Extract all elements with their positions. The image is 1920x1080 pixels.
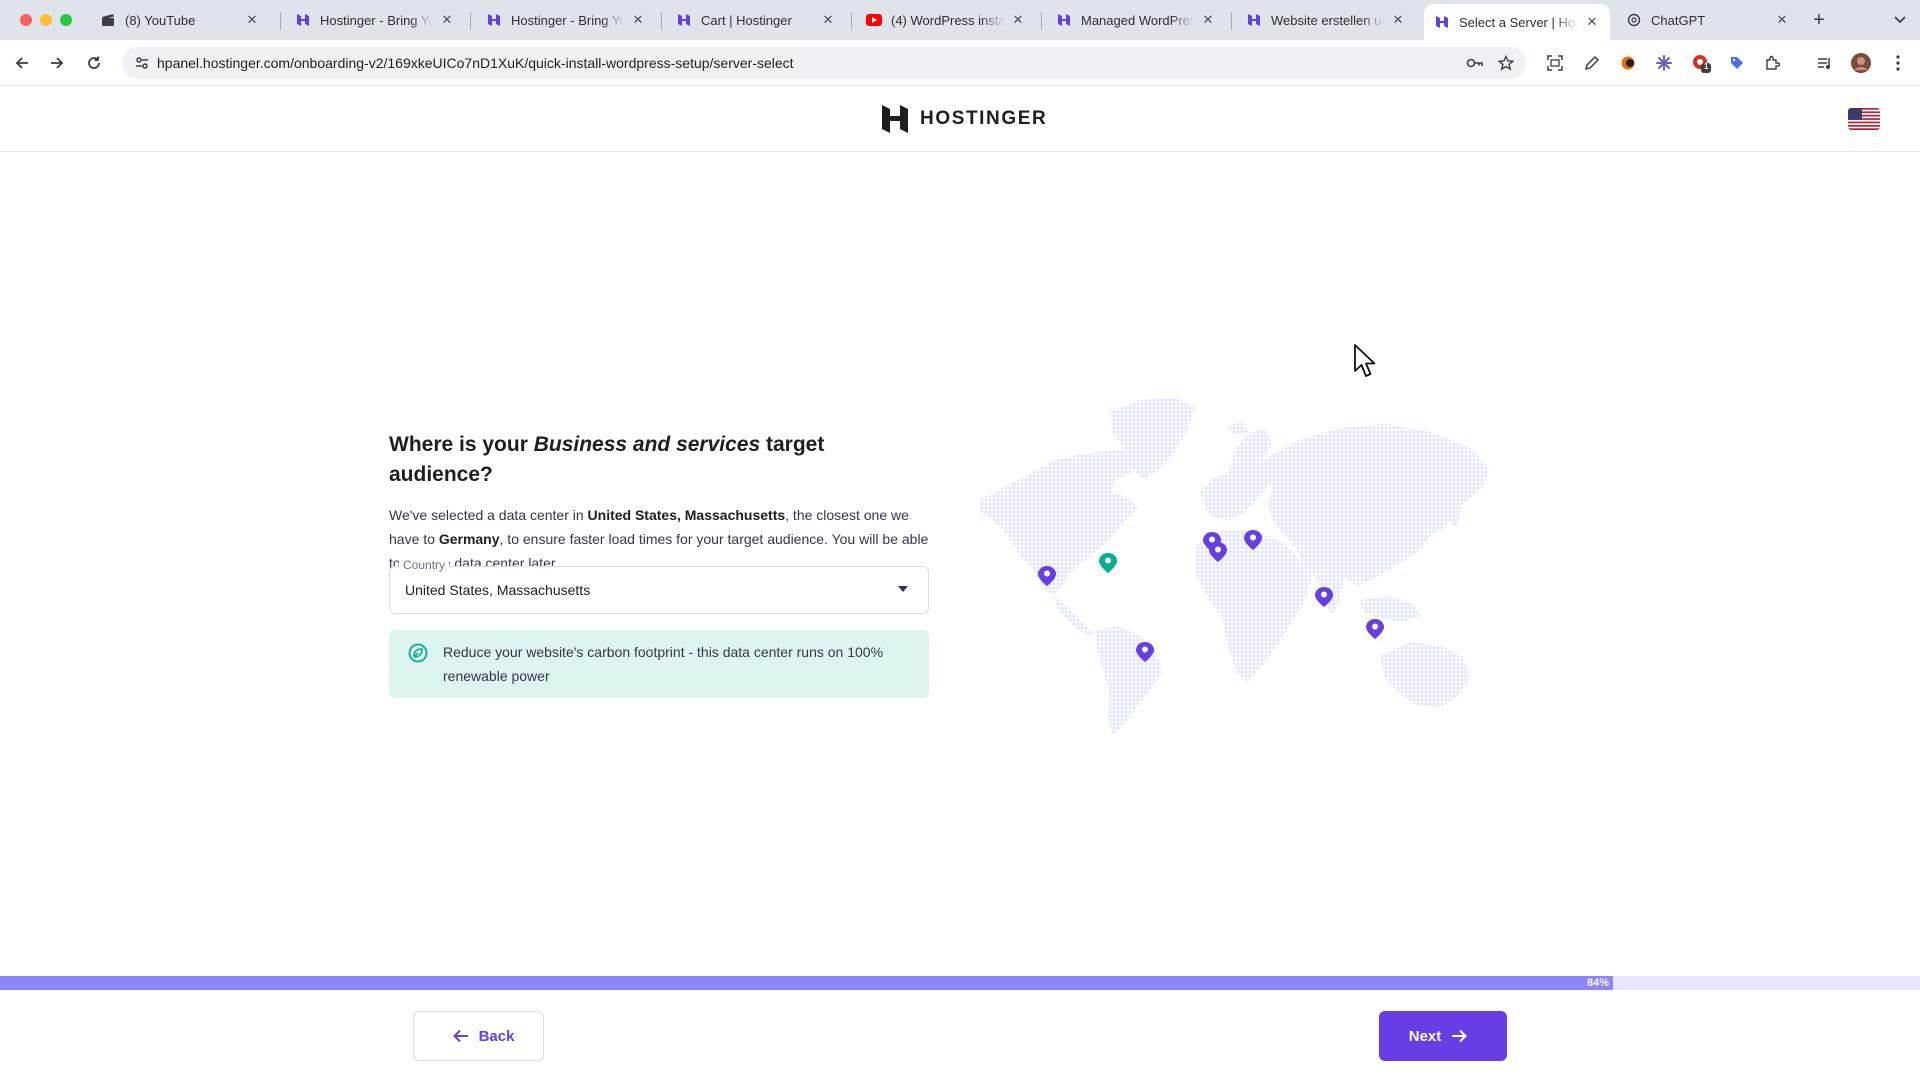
site-settings-icon[interactable]	[134, 55, 150, 71]
maximize-window-button[interactable]	[60, 14, 72, 26]
more-menu-icon[interactable]	[1888, 53, 1908, 73]
hostinger-icon	[676, 12, 692, 28]
country-select-label: Country	[399, 558, 450, 572]
us-flag-icon[interactable]	[1848, 108, 1880, 130]
tab-close-icon[interactable]: ✕	[630, 12, 646, 28]
hostinger-icon	[486, 12, 502, 28]
address-bar[interactable]: hpanel.hostinger.com/onboarding-v2/169xk…	[122, 47, 1526, 79]
progress-label: 84%	[1586, 977, 1609, 989]
map-pin-icon[interactable]	[1366, 619, 1384, 639]
profile-avatar[interactable]	[1851, 53, 1871, 73]
country-select-value[interactable]: United States, Massachusetts	[405, 582, 590, 598]
hostinger-icon	[1246, 12, 1262, 28]
hostinger-logo[interactable]: HOSTINGER	[880, 104, 1047, 134]
tab-title: ChatGPT	[1651, 12, 1706, 28]
hostinger-icon	[295, 12, 311, 28]
extension-tag-icon[interactable]	[1727, 53, 1747, 73]
browser-tab[interactable]: (4) WordPress installieren ✕	[856, 6, 1036, 34]
chatgpt-icon	[1626, 12, 1642, 28]
browser-tab[interactable]: Website erstellen und hosten ✕	[1236, 6, 1416, 34]
tab-title: Cart | Hostinger	[701, 12, 792, 28]
hostinger-icon	[1434, 14, 1450, 30]
continents	[980, 398, 1490, 735]
extension-badge-icon[interactable]: 1	[1691, 53, 1711, 73]
tab-close-icon[interactable]: ✕	[1390, 12, 1406, 28]
map-pin-selected-icon[interactable]	[1099, 553, 1117, 573]
onboarding-progress-bar: 84%	[0, 976, 1920, 990]
renewable-energy-text: Reduce your website's carbon footprint -…	[443, 644, 884, 684]
extension-sparkle-icon[interactable]	[1654, 53, 1674, 73]
key-icon[interactable]	[1466, 54, 1484, 72]
tab-title: (4) WordPress installieren	[891, 12, 1004, 28]
chevron-down-icon[interactable]	[1890, 10, 1910, 30]
leaf-icon	[408, 643, 428, 663]
arrow-right-icon	[1452, 1029, 1468, 1043]
bookmark-star-icon[interactable]	[1497, 54, 1515, 72]
tab-title: Select a Server | Hostinger	[1459, 14, 1578, 30]
tab-close-icon[interactable]: ✕	[1584, 14, 1600, 30]
back-button-label: Back	[478, 1027, 515, 1045]
puzzle-extensions-icon[interactable]	[1762, 53, 1782, 73]
forward-arrow-icon[interactable]	[45, 51, 69, 75]
datacenter-world-map	[980, 398, 1490, 735]
tab-close-icon[interactable]: ✕	[439, 12, 455, 28]
media-controls-icon[interactable]	[1815, 53, 1835, 73]
browser-tab-bar: (8) YouTube ✕ Hostinger - Bring Your Ide…	[0, 0, 1920, 40]
country-select[interactable]: Country United States, Massachusetts	[389, 558, 929, 614]
tab-title: Hostinger - Bring Your Idea Online	[320, 12, 433, 28]
tab-close-icon[interactable]: ✕	[1774, 12, 1790, 28]
tab-title: Managed WordPress Hosting	[1081, 12, 1194, 28]
back-button[interactable]: Back	[413, 1011, 544, 1061]
mouse-cursor-icon	[1354, 344, 1376, 377]
tab-close-icon[interactable]: ✕	[820, 12, 836, 28]
tab-title: Website erstellen und hosten	[1271, 12, 1384, 28]
caret-down-icon[interactable]	[898, 586, 908, 592]
renewable-energy-notice: Reduce your website's carbon footprint -…	[389, 630, 929, 698]
tab-title: Hostinger - Bring Your Idea Online	[511, 12, 624, 28]
browser-tab[interactable]: Hostinger - Bring Your Idea Online ✕	[476, 6, 656, 34]
minimize-window-button[interactable]	[40, 14, 52, 26]
browser-tab[interactable]: Cart | Hostinger ✕	[666, 6, 846, 34]
arrow-left-icon	[452, 1029, 468, 1043]
reload-icon[interactable]	[82, 51, 106, 75]
tab-close-icon[interactable]: ✕	[1010, 12, 1026, 28]
back-arrow-icon[interactable]	[10, 51, 34, 75]
close-window-button[interactable]	[20, 14, 32, 26]
browser-tab-active[interactable]: Select a Server | Hostinger ✕	[1424, 4, 1610, 40]
screenshot-icon[interactable]	[1545, 53, 1565, 73]
url-text[interactable]: hpanel.hostinger.com/onboarding-v2/169xk…	[157, 55, 794, 71]
browser-tab[interactable]: ChatGPT ✕	[1616, 6, 1800, 34]
hostinger-logo-icon	[882, 105, 908, 133]
description: We've selected a data center in United S…	[389, 507, 929, 571]
next-button-label: Next	[1408, 1027, 1442, 1045]
extension-orange-icon[interactable]	[1618, 53, 1638, 73]
clapper-icon	[100, 12, 116, 28]
browser-tab[interactable]: Managed WordPress Hosting ✕	[1046, 6, 1226, 34]
browser-tab[interactable]: (8) YouTube ✕	[90, 6, 270, 34]
tab-title: (8) YouTube	[125, 12, 196, 28]
server-select-panel: Where is your Business and services targ…	[389, 430, 929, 698]
browser-toolbar: hpanel.hostinger.com/onboarding-v2/169xk…	[0, 40, 1920, 86]
extension-badge-count: 1	[1704, 62, 1709, 71]
tab-close-icon[interactable]: ✕	[1200, 12, 1216, 28]
next-button[interactable]: Next	[1379, 1011, 1507, 1061]
browser-tab[interactable]: Hostinger - Bring Your Idea Online ✕	[285, 6, 465, 34]
pen-icon[interactable]	[1582, 53, 1602, 73]
hostinger-icon	[1056, 12, 1072, 28]
youtube-icon	[866, 12, 882, 28]
page-title: Where is your Business and services targ…	[389, 433, 825, 486]
site-header: HOSTINGER	[0, 86, 1920, 152]
logo-text: HOSTINGER	[920, 108, 1048, 129]
tab-close-icon[interactable]: ✕	[244, 12, 260, 28]
new-tab-icon[interactable]: +	[1808, 9, 1830, 31]
